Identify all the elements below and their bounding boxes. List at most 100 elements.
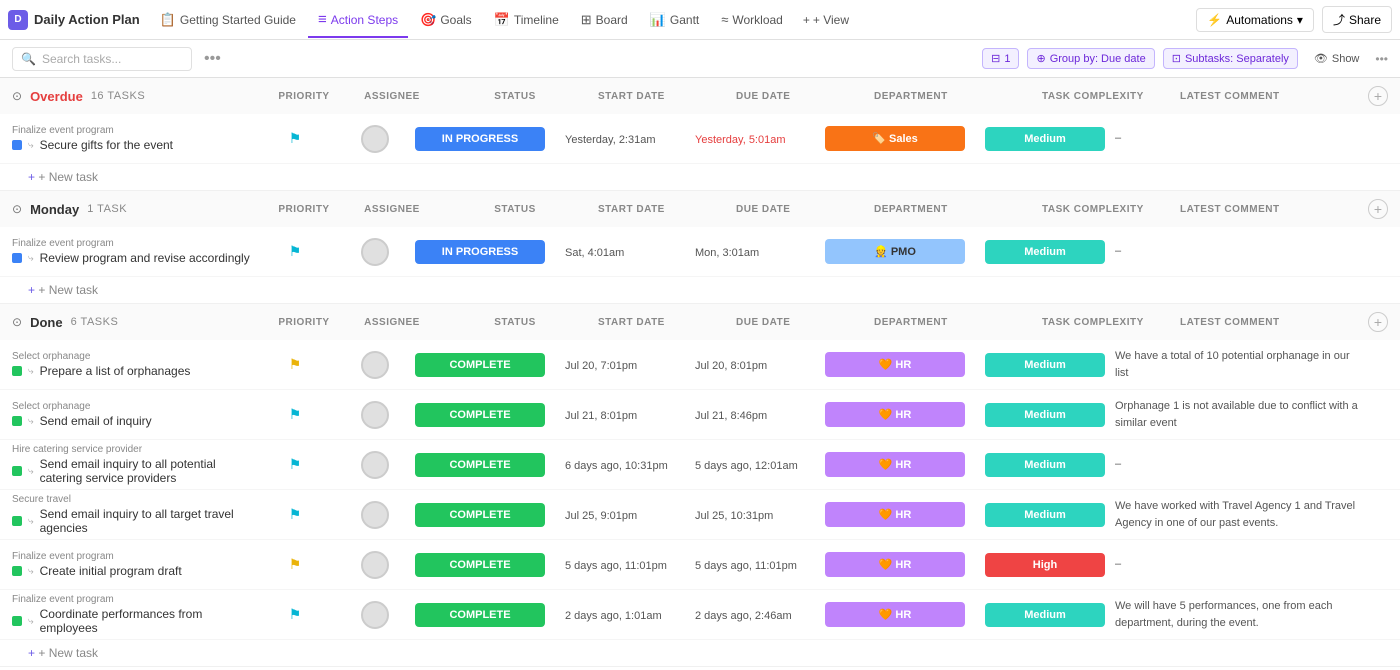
add-task-plus: + (28, 283, 35, 297)
priority-flag-cyan: ⚑ (289, 130, 302, 147)
tab-action-steps[interactable]: ≡ Action Steps (308, 2, 408, 38)
assignee-cell (335, 238, 415, 266)
priority-flag-cyan: ⚑ (289, 506, 302, 523)
due-date-cell: Mon, 3:01am (695, 245, 825, 259)
status-badge[interactable]: IN PROGRESS (415, 240, 545, 264)
status-cell[interactable]: COMPLETE (415, 603, 565, 627)
task-cell: Finalize event program ⤷ Secure gifts fo… (12, 125, 255, 152)
status-cell[interactable]: COMPLETE (415, 403, 565, 427)
col-header-assignee-overdue: ASSIGNEE (352, 91, 432, 102)
tab-timeline[interactable]: 📅 Timeline (484, 2, 569, 38)
priority-flag-cyan: ⚑ (289, 243, 302, 260)
section-count-monday: 1 TASK (87, 203, 127, 215)
task-name-label[interactable]: Send email inquiry to all potential cate… (40, 457, 255, 485)
status-cell[interactable]: COMPLETE (415, 503, 565, 527)
task-checkbox[interactable] (12, 253, 22, 263)
add-col-btn-overdue[interactable]: + (1368, 86, 1388, 106)
status-badge[interactable]: IN PROGRESS (415, 127, 545, 151)
status-badge[interactable]: COMPLETE (415, 553, 545, 577)
add-task-monday[interactable]: + + New task (0, 277, 1400, 303)
start-date-cell: Yesterday, 2:31am (565, 132, 695, 146)
status-cell[interactable]: COMPLETE (415, 453, 565, 477)
show-button[interactable]: 👁 Show (1306, 49, 1368, 68)
section-toggle-done[interactable]: ⊙ (12, 315, 22, 329)
task-checkbox[interactable] (12, 466, 22, 476)
dept-badge: 🧡 HR (825, 502, 965, 527)
group-by-button[interactable]: ⊕ Group by: Due date (1027, 48, 1154, 69)
dept-cell: 👷 PMO (825, 239, 985, 264)
task-name-label[interactable]: Send email of inquiry (40, 414, 152, 428)
filter-icon: ⊟ (991, 52, 1000, 65)
priority-cell: ⚑ (255, 356, 335, 373)
toolbar-more-icon[interactable]: ••• (204, 50, 221, 68)
task-checkbox[interactable] (12, 566, 22, 576)
task-checkbox[interactable] (12, 516, 22, 526)
task-name-label[interactable]: Review program and revise accordingly (40, 251, 250, 265)
tab-gantt[interactable]: 📊 Gantt (640, 2, 710, 38)
section-title-overdue: Overdue (30, 89, 83, 104)
add-col-btn-monday[interactable]: + (1368, 199, 1388, 219)
task-name-label[interactable]: Secure gifts for the event (40, 138, 173, 152)
filter-button[interactable]: ⊟ 1 (982, 48, 1019, 69)
task-name-label[interactable]: Coordinate performances from employees (40, 607, 255, 635)
col-header-priority-monday: PRIORITY (264, 204, 344, 215)
status-cell[interactable]: IN PROGRESS (415, 127, 565, 151)
comment-text: – (1115, 458, 1121, 470)
toolbar-right: ⊟ 1 ⊕ Group by: Due date ⊡ Subtasks: Sep… (982, 48, 1388, 69)
share-button[interactable]: ⤴ Share (1322, 6, 1392, 33)
automations-button[interactable]: ⚡ Automations ▾ (1196, 8, 1314, 32)
add-view-btn[interactable]: + + View (795, 9, 857, 31)
start-date-cell: Jul 20, 7:01pm (565, 358, 695, 372)
task-name-label[interactable]: Send email inquiry to all target travel … (40, 507, 255, 535)
dept-badge: 🧡 HR (825, 602, 965, 627)
task-parent-label: Hire catering service provider (12, 444, 255, 455)
status-badge[interactable]: COMPLETE (415, 603, 545, 627)
task-checkbox[interactable] (12, 366, 22, 376)
share-icon: ⤴ (1333, 11, 1345, 28)
add-task-overdue[interactable]: + + New task (0, 164, 1400, 190)
dept-badge: 👷 PMO (825, 239, 965, 264)
col-header-dept-done: DEPARTMENT (874, 317, 1034, 328)
due-date-cell: 5 days ago, 11:01pm (695, 558, 825, 572)
status-cell[interactable]: COMPLETE (415, 353, 565, 377)
status-badge[interactable]: COMPLETE (415, 453, 545, 477)
tab-board[interactable]: ⊞ Board (571, 2, 638, 38)
section-title-monday: Monday (30, 202, 79, 217)
status-cell[interactable]: IN PROGRESS (415, 240, 565, 264)
status-badge[interactable]: COMPLETE (415, 503, 545, 527)
subtasks-button[interactable]: ⊡ Subtasks: Separately (1163, 48, 1298, 69)
assignee-cell (335, 401, 415, 429)
section-toggle-monday[interactable]: ⊙ (12, 202, 22, 216)
task-checkbox[interactable] (12, 616, 22, 626)
add-task-plus: + (28, 646, 35, 660)
col-header-priority-overdue: PRIORITY (264, 91, 344, 102)
section-toggle-overdue[interactable]: ⊙ (12, 89, 22, 103)
status-badge[interactable]: COMPLETE (415, 353, 545, 377)
task-checkbox[interactable] (12, 416, 22, 426)
status-badge[interactable]: COMPLETE (415, 403, 545, 427)
start-date-cell: 6 days ago, 10:31pm (565, 458, 695, 472)
toolbar-extra-more[interactable]: ••• (1375, 52, 1388, 66)
col-header-comment-done: LATEST COMMENT (1180, 317, 1360, 328)
task-name-label[interactable]: Prepare a list of orphanages (40, 364, 191, 378)
priority-flag-cyan: ⚑ (289, 606, 302, 623)
task-name-label[interactable]: Create initial program draft (40, 564, 182, 578)
task-checkbox[interactable] (12, 140, 22, 150)
dept-badge: 🧡 HR (825, 452, 965, 477)
due-date-text: 2 days ago, 2:46am (695, 610, 792, 622)
automations-label: Automations (1226, 13, 1293, 27)
avatar (361, 401, 389, 429)
col-header-complexity-monday: TASK COMPLEXITY (1042, 204, 1172, 215)
table-row: Finalize event program ⤷ Secure gifts fo… (0, 114, 1400, 164)
add-task-done[interactable]: + + New task (0, 640, 1400, 666)
subtasks-label: Subtasks: Separately (1185, 53, 1289, 65)
add-col-btn-done[interactable]: + (1368, 312, 1388, 332)
search-box[interactable]: 🔍 Search tasks... (12, 47, 192, 71)
complexity-badge: Medium (985, 353, 1105, 377)
tab-goals[interactable]: 🎯 Goals (410, 2, 482, 38)
status-cell[interactable]: COMPLETE (415, 553, 565, 577)
tab-icon-timeline: 📅 (494, 12, 510, 28)
tab-workload[interactable]: ≈ Workload (711, 2, 793, 38)
col-header-complexity-done: TASK COMPLEXITY (1042, 317, 1172, 328)
tab-getting-started[interactable]: 📋 Getting Started Guide (150, 2, 306, 38)
